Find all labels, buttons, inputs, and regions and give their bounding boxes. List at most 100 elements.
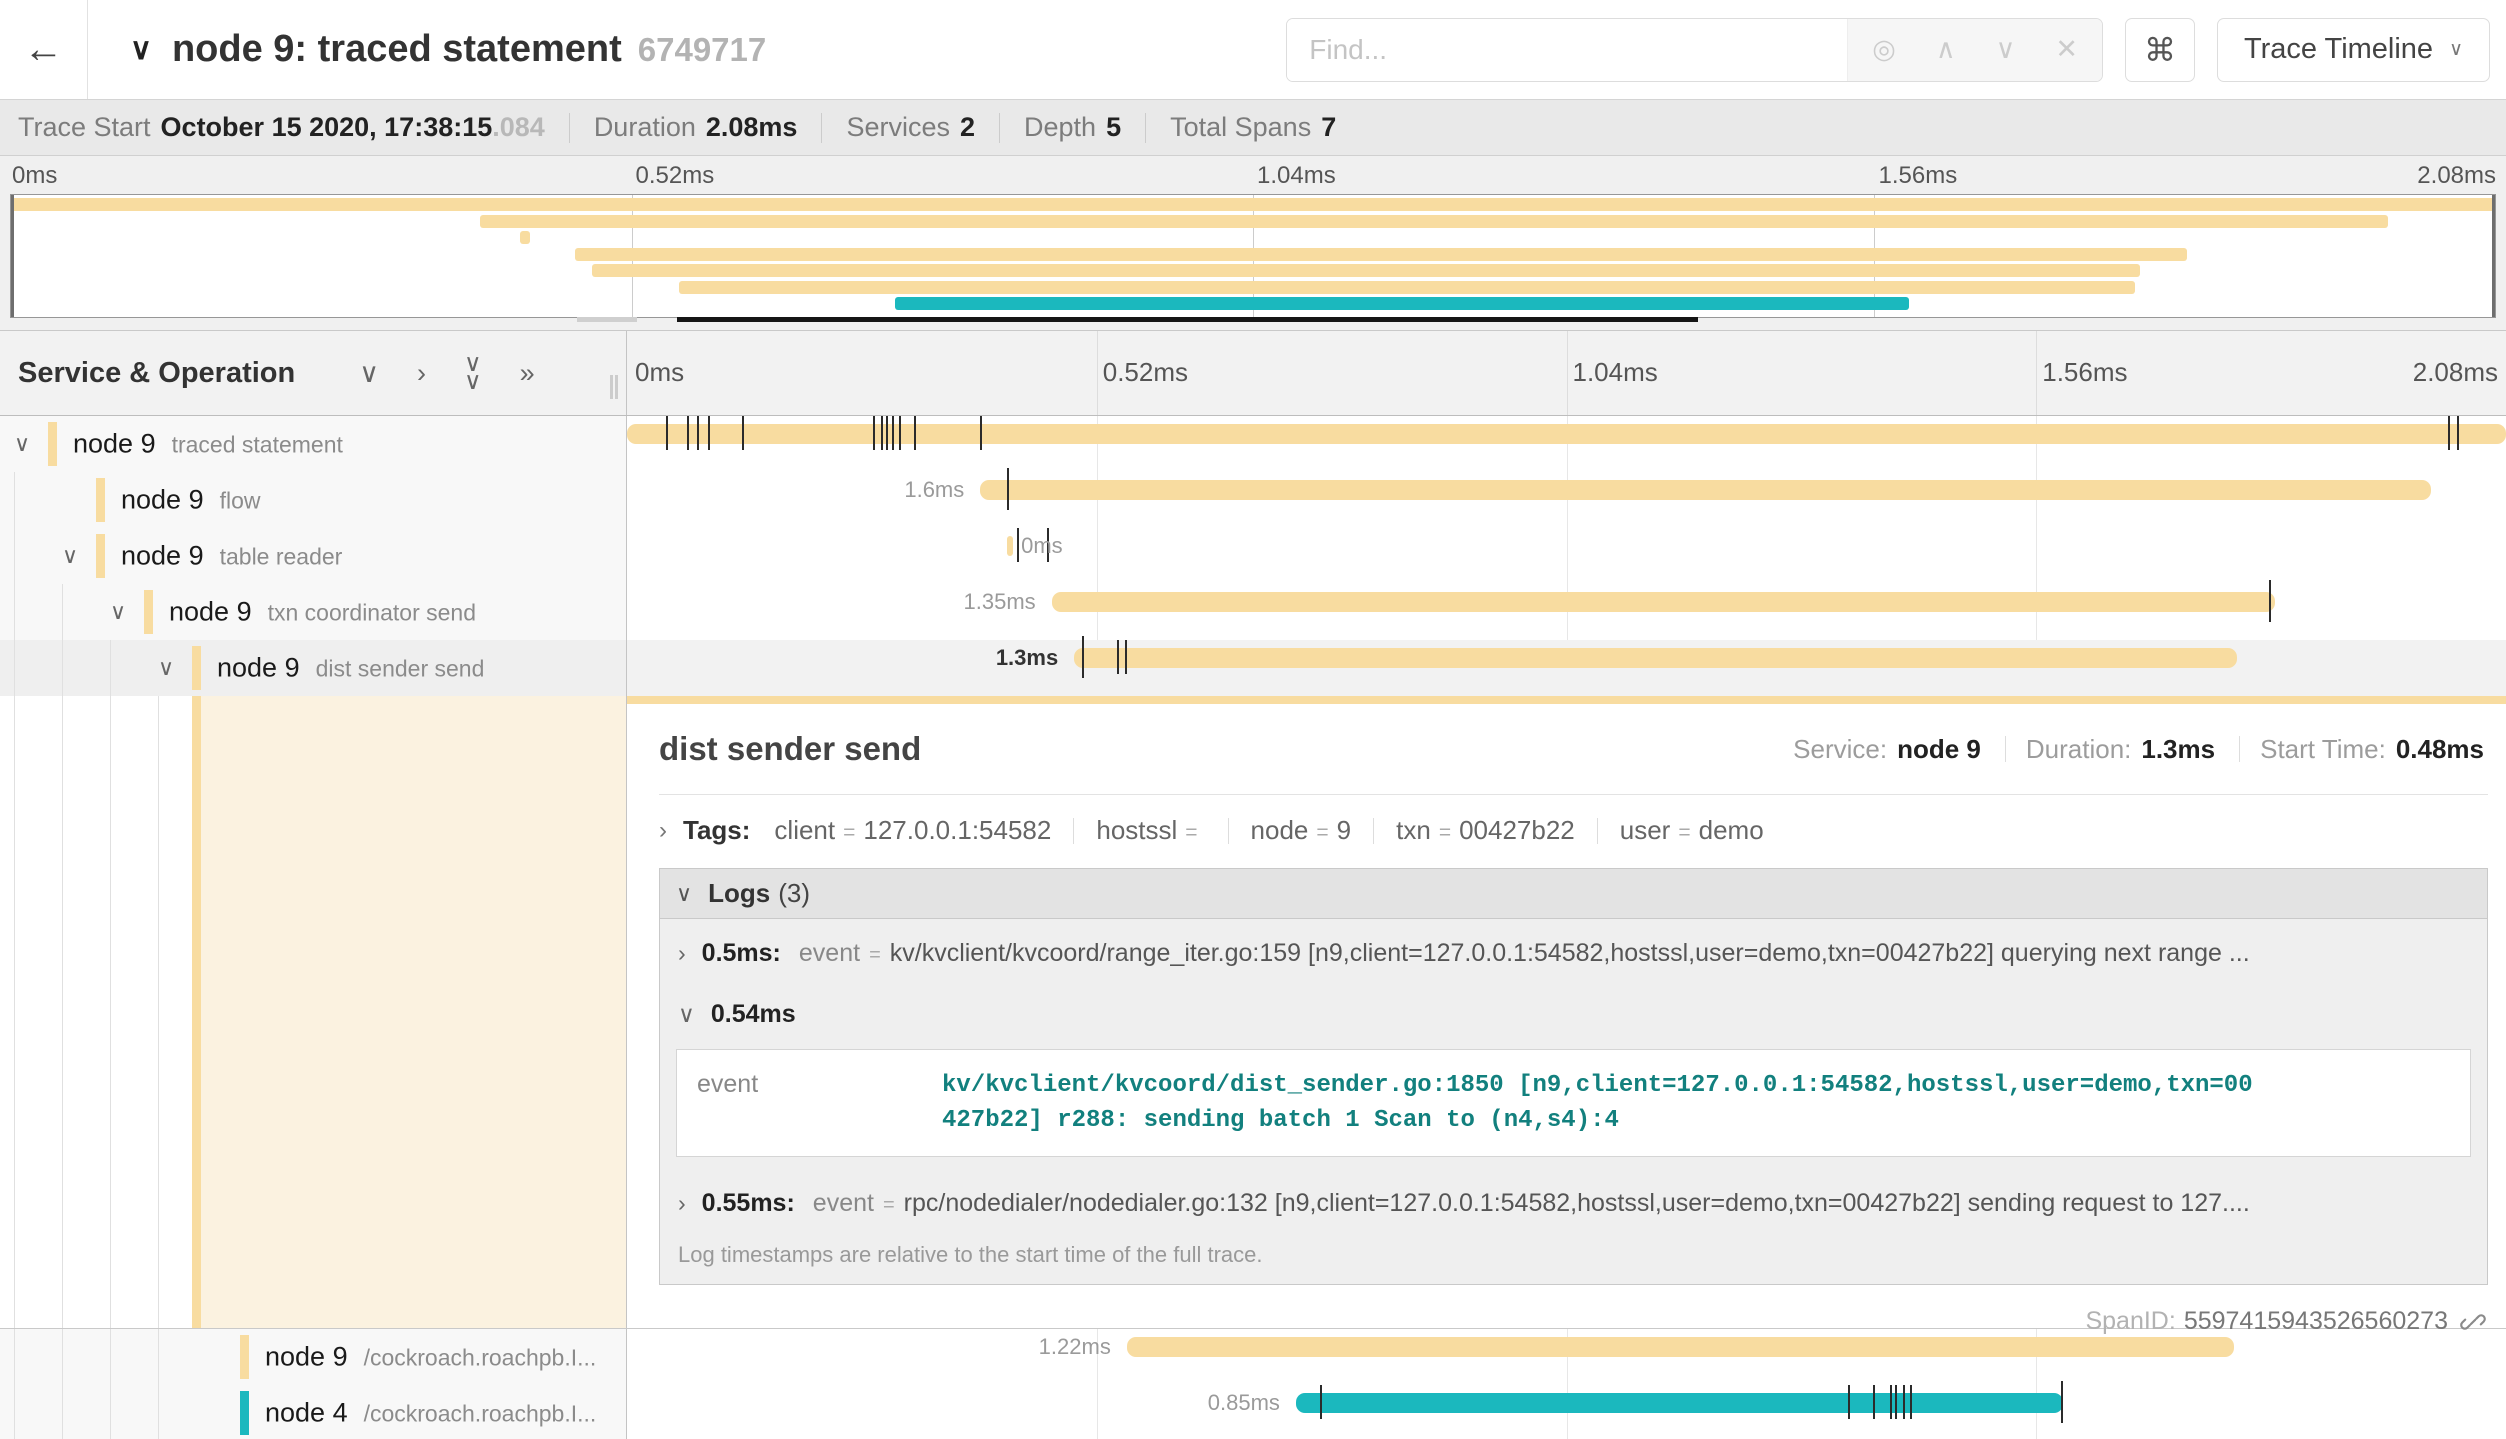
minimap-span-bar: [520, 231, 530, 244]
log-entry[interactable]: ∨0.54ms: [660, 980, 2487, 1041]
tree-chevron-icon[interactable]: ∨: [158, 655, 174, 681]
minimap-span-bar: [592, 264, 2140, 277]
tree-guide-line: [62, 696, 63, 1328]
span-timeline-cell[interactable]: [627, 416, 2506, 472]
logs-expand-icon: ∨: [676, 881, 692, 907]
tag-key: user: [1620, 815, 1671, 846]
tag-divider: [1597, 818, 1598, 844]
column-resize-handle[interactable]: [610, 375, 618, 399]
timeline-minimap[interactable]: [10, 194, 2496, 318]
log-expand-icon[interactable]: ›: [678, 1190, 686, 1217]
tree-guide-line: [110, 1385, 111, 1439]
log-marker-tick: [1007, 468, 1009, 510]
span-duration-bar[interactable]: [1127, 1337, 2234, 1357]
log-marker-tick: [1082, 636, 1084, 678]
selected-span-color-bar: [192, 696, 201, 1328]
detail-accent-strip: [627, 696, 2506, 704]
logs-header[interactable]: ∨Logs(3): [660, 869, 2487, 919]
span-name-cell[interactable]: ∨node 9dist sender send: [0, 640, 627, 696]
tag-value: 127.0.0.1:54582: [863, 815, 1051, 846]
span-row[interactable]: ∨node 9table reader0ms: [0, 528, 2506, 584]
span-row[interactable]: ∨node 9dist sender send 1.3ms: [0, 640, 2506, 696]
meta-label: Service:: [1793, 734, 1887, 765]
tree-guide-line: [14, 528, 15, 584]
summary-value: 2.08ms: [706, 112, 798, 142]
find-input[interactable]: [1287, 19, 1847, 81]
chevron-up-icon[interactable]: ∧: [1936, 34, 1956, 65]
expand-all-icon[interactable]: »: [520, 360, 535, 387]
span-row[interactable]: node 9/cockroach.roachpb.I...1.22ms: [0, 1329, 2506, 1385]
log-marker-tick: [2269, 580, 2271, 622]
locate-icon[interactable]: ◎: [1872, 34, 1896, 65]
log-entry[interactable]: ›0.5ms:event=kv/kvclient/kvcoord/range_i…: [660, 919, 2487, 980]
span-duration-bar[interactable]: [1074, 648, 2237, 668]
log-expand-icon[interactable]: ›: [678, 940, 686, 967]
span-timeline-cell[interactable]: 1.6ms: [627, 472, 2506, 528]
service-operation-title: Service & Operation: [18, 357, 295, 390]
minimap-view-bar[interactable]: [677, 317, 1698, 322]
tree-guide-line: [14, 1385, 15, 1439]
summary-value: 7: [1321, 112, 1336, 142]
log-marker-tick: [697, 416, 699, 450]
tags-expand-icon[interactable]: ›: [659, 817, 667, 845]
span-row[interactable]: ∨node 9txn coordinator send1.35ms: [0, 584, 2506, 640]
minimap-scrubber-left[interactable]: [11, 195, 14, 317]
minimap-scrubber-right[interactable]: [2492, 195, 2495, 317]
span-row[interactable]: node 9flow1.6ms: [0, 472, 2506, 528]
meta-divider: [2005, 736, 2006, 762]
span-color-bar: [240, 1335, 249, 1379]
span-duration-bar[interactable]: [980, 480, 2431, 500]
span-name-cell[interactable]: node 4/cockroach.roachpb.I...: [0, 1385, 627, 1439]
span-duration-bar[interactable]: [1052, 592, 2275, 612]
log-marker-tick: [1890, 1385, 1892, 1419]
log-expand-icon[interactable]: ∨: [678, 1001, 695, 1028]
span-name-cell[interactable]: ∨node 9table reader: [0, 528, 627, 584]
span-duration-bar[interactable]: [1007, 536, 1014, 556]
find-toolbar: ◎ ∧ ∨ ✕ ⌘ Trace Timeline ∨: [1286, 18, 2490, 82]
page-header: ← ∨ node 9: traced statement 6749717 ◎∧∨…: [0, 0, 2506, 100]
span-timeline-cell[interactable]: 1.22ms: [627, 1329, 2506, 1385]
tree-chevron-icon[interactable]: ∨: [62, 543, 78, 569]
operation-name: flow: [220, 488, 261, 514]
span-timeline-cell[interactable]: 0.85ms: [627, 1385, 2506, 1439]
tag-item: client=127.0.0.1:54582: [774, 815, 1051, 846]
tag-item: txn=00427b22: [1396, 815, 1575, 846]
trace-collapse-icon[interactable]: ∨: [130, 32, 152, 67]
tree-chevron-icon[interactable]: ∨: [14, 431, 30, 457]
log-marker-tick: [742, 416, 744, 450]
summary-value: October 15 2020, 17:38:15: [161, 112, 493, 142]
span-name-label: node 9traced statement: [73, 429, 343, 460]
span-duration-bar[interactable]: [627, 424, 2506, 444]
tree-guide-line: [110, 1329, 111, 1385]
log-value: kv/kvclient/kvcoord/range_iter.go:159 [n…: [890, 939, 2250, 968]
log-entry[interactable]: ›0.55ms:event=rpc/nodedialer/nodedialer.…: [660, 1169, 2487, 1230]
chevron-down-icon[interactable]: ∨: [1996, 34, 2016, 65]
span-duration-bar[interactable]: [1296, 1393, 2063, 1413]
back-button[interactable]: ←: [0, 0, 88, 99]
collapse-all-icon[interactable]: ∨∨: [464, 352, 482, 394]
span-row[interactable]: ∨ node 9traced statement: [0, 416, 2506, 472]
expand-one-icon[interactable]: ›: [417, 360, 426, 387]
span-name-cell[interactable]: ∨ node 9traced statement: [0, 416, 627, 472]
tags-row[interactable]: ›Tags:client=127.0.0.1:54582hostssl=node…: [659, 815, 2488, 846]
keyboard-shortcuts-button[interactable]: ⌘: [2125, 18, 2195, 82]
span-row[interactable]: node 4/cockroach.roachpb.I...0.85ms: [0, 1385, 2506, 1439]
log-marker-tick: [1873, 1385, 1875, 1419]
span-timeline-cell[interactable]: 1.3ms: [627, 640, 2506, 696]
span-timeline-cell[interactable]: 0ms: [627, 528, 2506, 584]
span-name-cell[interactable]: node 9flow: [0, 472, 627, 528]
span-timeline-cell[interactable]: 1.35ms: [627, 584, 2506, 640]
tree-chevron-icon[interactable]: ∨: [110, 599, 126, 625]
collapse-one-icon[interactable]: ∨: [359, 360, 379, 387]
span-name-cell[interactable]: ∨node 9txn coordinator send: [0, 584, 627, 640]
trace-title: node 9: traced statement: [172, 28, 622, 71]
tag-item: hostssl=: [1096, 815, 1205, 846]
duration-label: 1.3ms: [996, 648, 1058, 668]
log-value: rpc/nodedialer/nodedialer.go:132 [n9,cli…: [904, 1189, 2250, 1218]
span-name-cell[interactable]: node 9/cockroach.roachpb.I...: [0, 1329, 627, 1385]
log-timestamp: 0.55ms:: [702, 1189, 795, 1218]
tree-guide-line: [110, 696, 111, 1328]
trace-view-selector[interactable]: Trace Timeline ∨: [2217, 18, 2490, 82]
clear-icon[interactable]: ✕: [2055, 34, 2078, 65]
minimap-tick-label: 0ms: [12, 162, 57, 190]
